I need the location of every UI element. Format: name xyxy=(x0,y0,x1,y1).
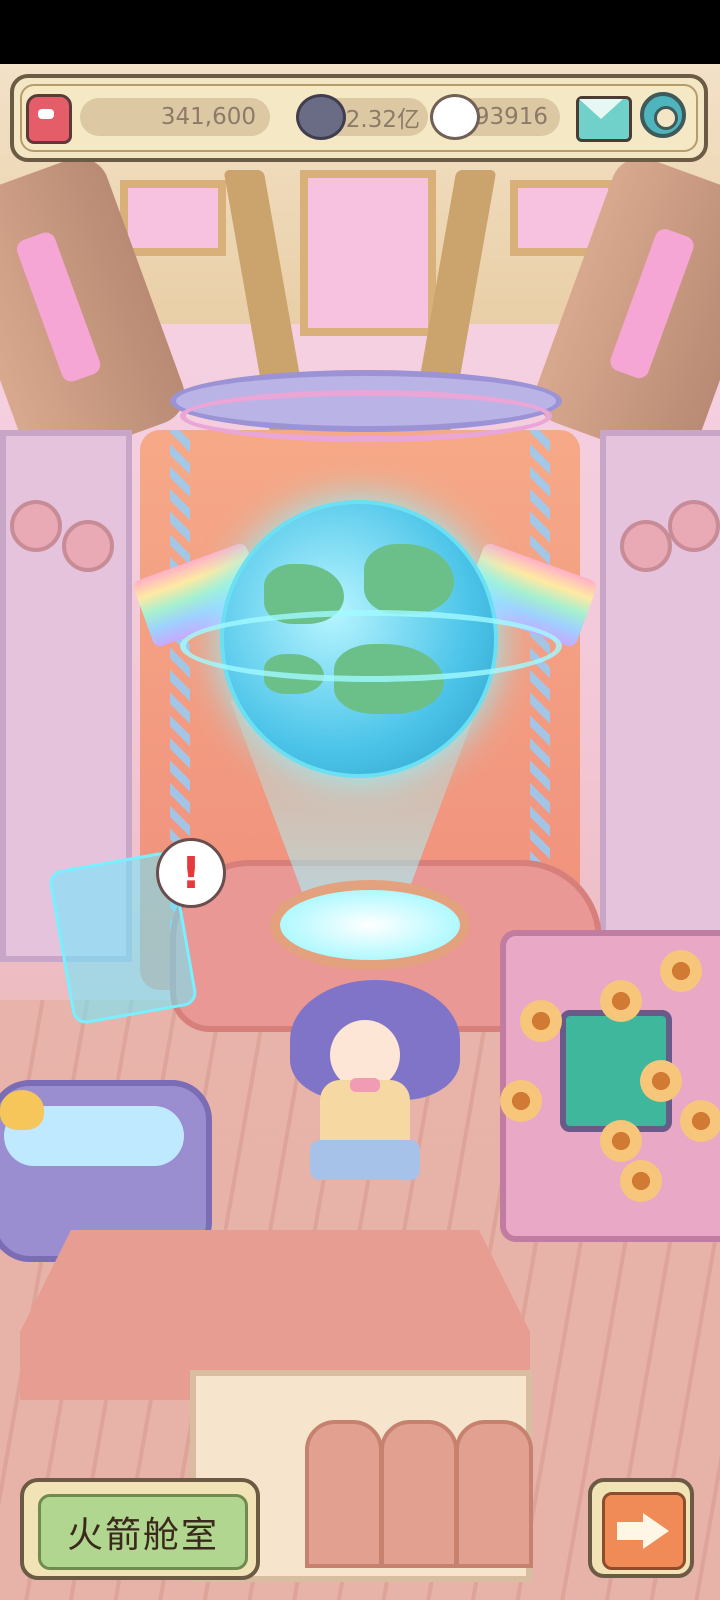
flower xyxy=(680,1100,720,1142)
heart-medallion xyxy=(620,520,672,572)
flower xyxy=(500,1080,542,1122)
girl-bow xyxy=(350,1078,380,1092)
girl-character[interactable] xyxy=(290,980,460,1250)
skylight-center xyxy=(300,170,436,336)
gold-counter: 341,600 xyxy=(80,98,270,136)
cloud-icon[interactable] xyxy=(296,94,346,140)
desk-drawer xyxy=(380,1420,458,1568)
girl-skirt xyxy=(310,1140,420,1180)
alert-symbol: ! xyxy=(180,847,202,899)
heart-medallion xyxy=(62,520,114,572)
flower xyxy=(600,980,642,1022)
robot-icon[interactable] xyxy=(26,94,72,144)
flower xyxy=(660,950,702,992)
continent xyxy=(364,544,454,614)
gold-value: 341,600 xyxy=(160,104,256,130)
tube-window xyxy=(607,226,697,381)
lightning-right xyxy=(530,430,550,930)
next-button-inner xyxy=(602,1492,686,1570)
hologram-projector[interactable] xyxy=(270,880,470,970)
cookie-currency-value: 93916 xyxy=(474,104,548,130)
room-name-button[interactable]: 火箭舱室 xyxy=(20,1478,260,1580)
rubber-duck-icon xyxy=(0,1090,44,1130)
heart-medallion xyxy=(10,500,62,552)
flower xyxy=(620,1160,662,1202)
gear-icon[interactable] xyxy=(640,92,686,138)
status-bar xyxy=(0,0,720,64)
room-name-label: 火箭舱室 xyxy=(66,1515,219,1556)
chamber-top-ring xyxy=(180,390,552,442)
desk-drawer xyxy=(305,1420,383,1568)
alert-bubble-icon[interactable]: ! xyxy=(156,838,226,908)
room-name-label-bg: 火箭舱室 xyxy=(38,1494,248,1570)
desk-drawer xyxy=(455,1420,533,1568)
heart-medallion xyxy=(668,500,720,552)
flower xyxy=(600,1120,642,1162)
tube-window xyxy=(14,229,104,385)
flower xyxy=(640,1060,682,1102)
cloud-currency-value: 2.32亿 xyxy=(345,107,420,133)
arrow-right-icon xyxy=(617,1513,669,1549)
next-room-button[interactable] xyxy=(588,1478,694,1578)
globe-orbit-ring xyxy=(180,610,562,682)
skylight-left xyxy=(120,180,226,256)
cookie-icon[interactable] xyxy=(430,94,480,140)
mail-icon[interactable] xyxy=(576,96,632,142)
flower xyxy=(520,1000,562,1042)
